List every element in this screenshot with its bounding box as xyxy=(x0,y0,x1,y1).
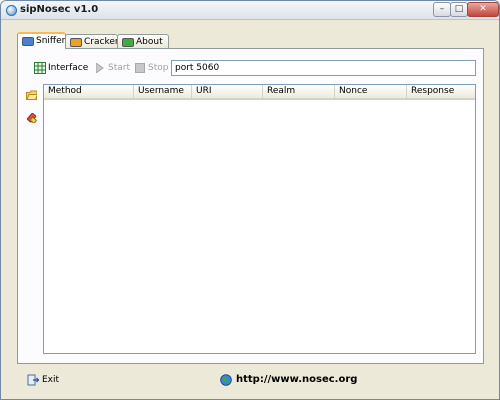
capture-filter-input[interactable] xyxy=(171,60,476,76)
interface-button[interactable]: Interface xyxy=(33,61,88,75)
title-bar[interactable]: sipNosec v1.0 – □ ✕ xyxy=(1,1,499,20)
column-header-uri[interactable]: URI xyxy=(192,85,263,98)
tab-label: Sniffer xyxy=(36,36,66,46)
stop-label: Stop xyxy=(148,63,169,73)
stop-icon xyxy=(135,63,145,73)
list-header: Method Username URI Realm Nonce Response xyxy=(44,85,475,100)
network-card-icon xyxy=(22,37,34,46)
key-icon xyxy=(70,38,82,47)
column-header-response[interactable]: Response xyxy=(407,85,475,98)
tab-label: About xyxy=(136,37,163,47)
exit-label: Exit xyxy=(42,375,60,385)
packet-list[interactable]: Method Username URI Realm Nonce Response xyxy=(43,84,476,354)
tab-cracker[interactable]: Cracker xyxy=(65,34,119,48)
column-header-method[interactable]: Method xyxy=(44,85,134,98)
open-folder-icon[interactable] xyxy=(26,90,37,100)
tab-sniffer[interactable]: Sniffer xyxy=(17,32,66,49)
start-button[interactable]: Start xyxy=(93,61,130,75)
interface-label: Interface xyxy=(48,63,89,73)
info-icon xyxy=(122,38,134,47)
app-icon xyxy=(6,5,17,16)
clear-icon[interactable] xyxy=(27,113,38,123)
tab-label: Cracker xyxy=(84,37,119,47)
exit-icon xyxy=(27,374,39,386)
maximize-button[interactable]: □ xyxy=(450,2,468,17)
stop-button[interactable]: Stop xyxy=(133,61,168,75)
column-header-nonce[interactable]: Nonce xyxy=(335,85,407,98)
interface-icon xyxy=(34,62,46,74)
tab-about[interactable]: About xyxy=(117,34,169,48)
window-title: sipNosec v1.0 xyxy=(20,4,99,15)
app-window: sipNosec v1.0 – □ ✕ Sniffer Cracker Abou… xyxy=(0,0,500,400)
column-header-realm[interactable]: Realm xyxy=(263,85,335,98)
website-url: http://www.nosec.org xyxy=(236,374,358,385)
globe-icon xyxy=(220,374,232,386)
website-link[interactable]: http://www.nosec.org xyxy=(220,374,357,386)
close-button[interactable]: ✕ xyxy=(467,2,499,17)
exit-button[interactable]: Exit xyxy=(27,374,59,386)
minimize-button[interactable]: – xyxy=(433,2,451,17)
play-icon xyxy=(96,63,104,73)
column-header-username[interactable]: Username xyxy=(134,85,192,98)
start-label: Start xyxy=(108,63,130,73)
